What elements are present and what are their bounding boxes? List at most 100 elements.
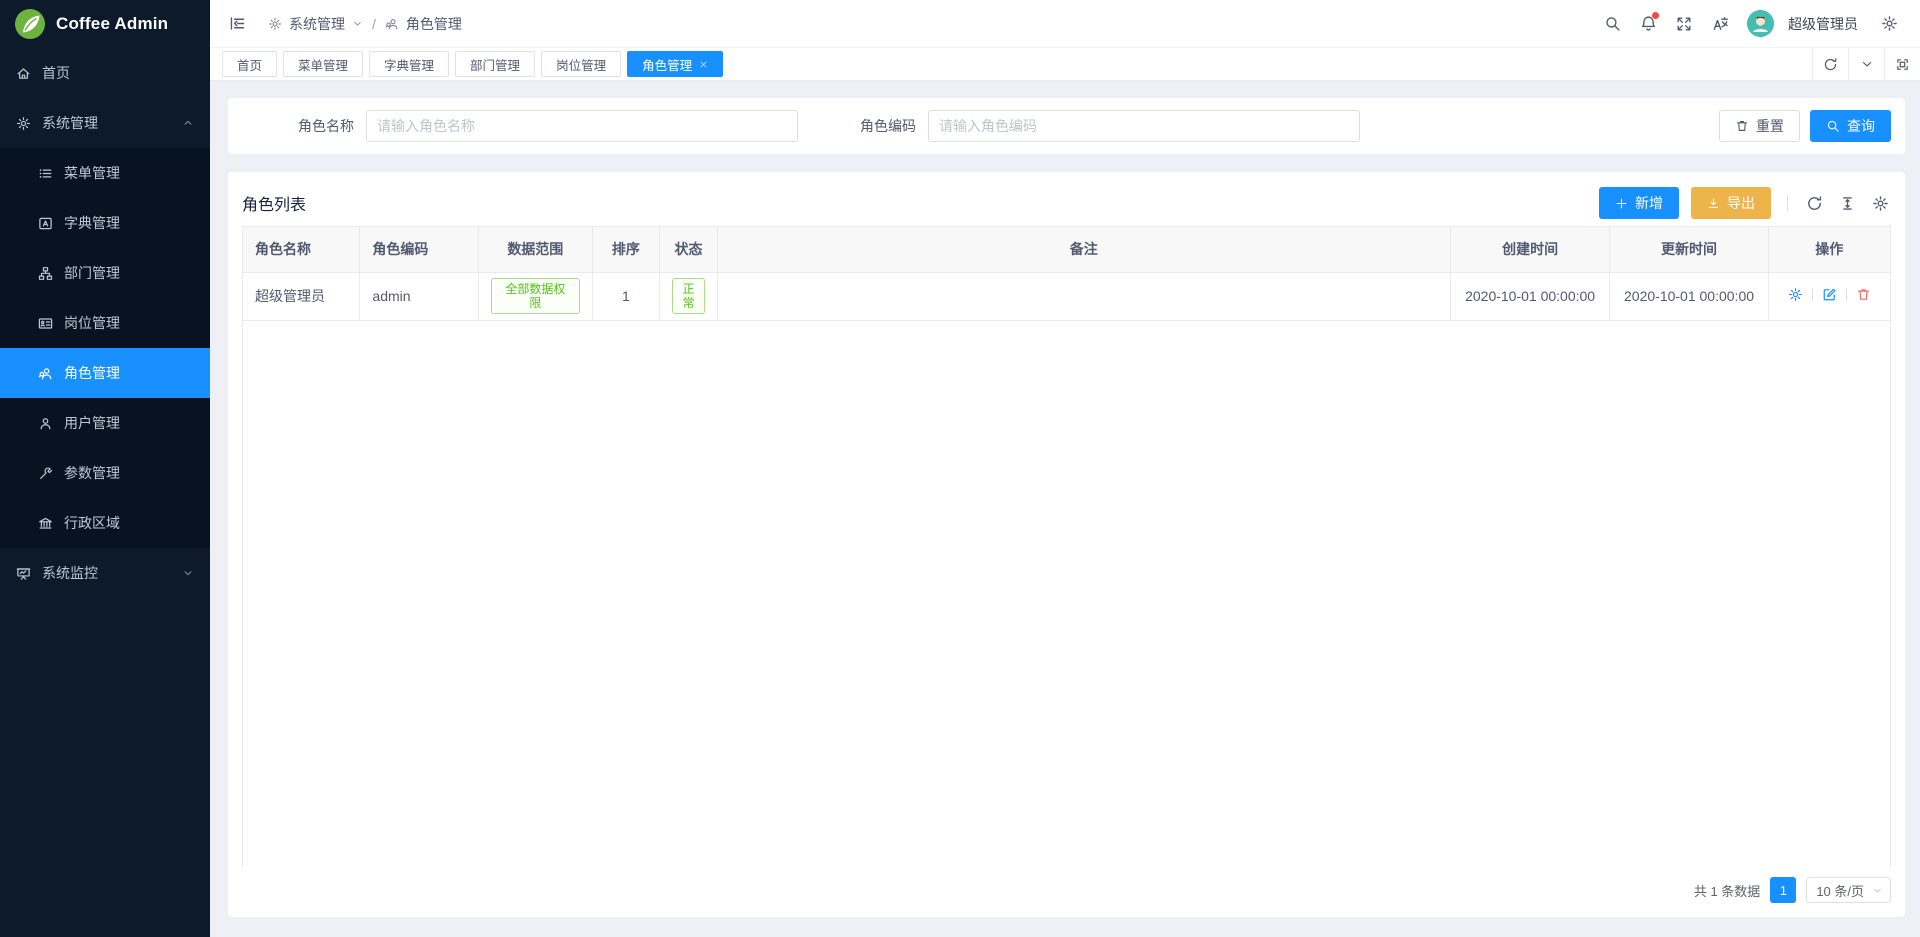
menu-fold-icon[interactable] xyxy=(222,9,252,39)
tab-role-management[interactable]: 角色管理 xyxy=(627,51,723,77)
role-code-field: 角色编码 xyxy=(860,110,1360,142)
tab-bar: 首页 菜单管理 字典管理 部门管理 岗位管理 角色管理 xyxy=(210,48,1920,81)
chevron-down-icon xyxy=(1872,885,1883,896)
col-data-scope: 数据范围 xyxy=(479,227,593,272)
user-name[interactable]: 超级管理员 xyxy=(1788,14,1858,34)
reset-button[interactable]: 重置 xyxy=(1719,110,1800,142)
trash-icon xyxy=(1735,119,1749,133)
app-logo[interactable]: Coffee Admin xyxy=(0,0,210,48)
refresh-tab-icon[interactable] xyxy=(1812,48,1848,80)
cell-sort: 1 xyxy=(592,272,660,320)
sidebar-item-user-management[interactable]: 用户管理 xyxy=(0,398,210,448)
cell-role-name: 超级管理员 xyxy=(243,272,360,320)
refresh-icon[interactable] xyxy=(1804,193,1825,214)
sidebar-item-label: 角色管理 xyxy=(64,363,194,383)
system-management-submenu: 菜单管理 字典管理 部门管理 岗位管理 角色管理 用户管理 xyxy=(0,148,210,548)
menu-list-icon xyxy=(38,166,53,181)
wrench-icon xyxy=(38,466,53,481)
row-height-icon[interactable] xyxy=(1837,193,1858,214)
total-count-text: 共 1 条数据 xyxy=(1694,881,1760,900)
chevron-up-icon xyxy=(182,117,194,129)
sidebar-item-home[interactable]: 首页 xyxy=(0,48,210,98)
user-icon xyxy=(38,416,53,431)
search-icon[interactable] xyxy=(1597,9,1627,39)
translate-icon[interactable] xyxy=(1705,9,1735,39)
tab-home[interactable]: 首页 xyxy=(222,51,277,77)
add-button[interactable]: 新增 xyxy=(1599,187,1679,219)
col-remark: 备注 xyxy=(717,227,1450,272)
download-icon xyxy=(1707,197,1720,210)
sidebar-item-system-monitor[interactable]: 系统监控 xyxy=(0,548,210,598)
role-name-input[interactable] xyxy=(366,110,798,142)
sidebar-item-label: 部门管理 xyxy=(64,263,194,283)
tab-label: 角色管理 xyxy=(642,55,692,74)
bell-icon[interactable] xyxy=(1633,9,1663,39)
row-permission-settings-icon[interactable] xyxy=(1788,287,1803,302)
sidebar-item-label: 系统管理 xyxy=(42,113,171,133)
role-code-input[interactable] xyxy=(928,110,1360,142)
chevron-down-icon xyxy=(182,567,194,579)
toolbar-divider xyxy=(1787,195,1788,211)
search-form-card: 角色名称 角色编码 重置 查询 xyxy=(228,98,1905,154)
edit-icon[interactable] xyxy=(1822,287,1837,302)
cell-data-scope: 全部数据权限 xyxy=(479,272,593,320)
home-icon xyxy=(16,66,31,81)
settings-icon[interactable] xyxy=(1874,9,1904,39)
role-name-field: 角色名称 xyxy=(298,110,798,142)
plus-icon xyxy=(1615,197,1628,210)
sidebar-item-menu-management[interactable]: 菜单管理 xyxy=(0,148,210,198)
cell-created-at: 2020-10-01 00:00:00 xyxy=(1450,272,1610,320)
open-tabs: 首页 菜单管理 字典管理 部门管理 岗位管理 角色管理 xyxy=(222,48,1812,80)
tab-options-chevron-icon[interactable] xyxy=(1848,48,1884,80)
action-divider xyxy=(1812,288,1813,301)
breadcrumb-item[interactable]: 系统管理 xyxy=(289,14,345,34)
close-icon[interactable] xyxy=(699,60,708,69)
org-chart-icon xyxy=(38,266,53,281)
id-card-icon xyxy=(38,316,53,331)
cell-role-code: admin xyxy=(360,272,479,320)
chevron-down-icon[interactable] xyxy=(352,18,363,29)
export-button[interactable]: 导出 xyxy=(1691,187,1771,219)
col-status: 状态 xyxy=(660,227,718,272)
sidebar-item-label: 字典管理 xyxy=(64,213,194,233)
sidebar: Coffee Admin 首页 系统管理 菜单管理 字典管理 部门管理 xyxy=(0,0,210,937)
sidebar-item-parameter-management[interactable]: 参数管理 xyxy=(0,448,210,498)
tab-post-management[interactable]: 岗位管理 xyxy=(541,51,621,77)
sidebar-item-system-management[interactable]: 系统管理 xyxy=(0,98,210,148)
fullscreen-icon[interactable] xyxy=(1669,9,1699,39)
delete-icon[interactable] xyxy=(1856,287,1871,302)
maximize-icon[interactable] xyxy=(1884,48,1920,80)
cell-status: 正常 xyxy=(660,272,718,320)
breadcrumb-separator: / xyxy=(370,16,378,32)
tab-label: 菜单管理 xyxy=(298,55,348,74)
col-role-name: 角色名称 xyxy=(243,227,360,272)
action-divider xyxy=(1846,288,1847,301)
query-button[interactable]: 查询 xyxy=(1810,110,1891,142)
app-title: Coffee Admin xyxy=(56,14,168,34)
sidebar-item-role-management[interactable]: 角色管理 xyxy=(0,348,210,398)
column-settings-icon[interactable] xyxy=(1870,193,1891,214)
card-title: 角色列表 xyxy=(242,191,306,215)
tab-menu-management[interactable]: 菜单管理 xyxy=(283,51,363,77)
tab-dictionary-management[interactable]: 字典管理 xyxy=(369,51,449,77)
breadcrumb: 系统管理 / 角色管理 xyxy=(268,14,462,34)
sidebar-item-dictionary-management[interactable]: 字典管理 xyxy=(0,198,210,248)
page-content: 角色名称 角色编码 重置 查询 角色列表 xyxy=(210,81,1920,937)
card-header: 角色列表 新增 导出 xyxy=(242,180,1891,226)
user-avatar[interactable] xyxy=(1747,10,1774,37)
main-area: 系统管理 / 角色管理 超级管理员 首页 菜单管理 字典管理 xyxy=(210,0,1920,937)
cell-remark xyxy=(717,272,1450,320)
query-button-label: 查询 xyxy=(1847,116,1875,136)
sidebar-item-department-management[interactable]: 部门管理 xyxy=(0,248,210,298)
page-size-select[interactable]: 10 条/页 xyxy=(1806,877,1891,903)
tab-label: 字典管理 xyxy=(384,55,434,74)
sidebar-item-post-management[interactable]: 岗位管理 xyxy=(0,298,210,348)
page-number-1[interactable]: 1 xyxy=(1770,877,1796,903)
sidebar-item-administrative-region[interactable]: 行政区域 xyxy=(0,498,210,548)
notification-dot xyxy=(1652,12,1659,19)
page-size-value: 10 条/页 xyxy=(1816,881,1864,900)
breadcrumb-item-current: 角色管理 xyxy=(406,14,462,34)
sidebar-item-label: 用户管理 xyxy=(64,413,194,433)
bank-icon xyxy=(38,516,53,531)
tab-department-management[interactable]: 部门管理 xyxy=(455,51,535,77)
